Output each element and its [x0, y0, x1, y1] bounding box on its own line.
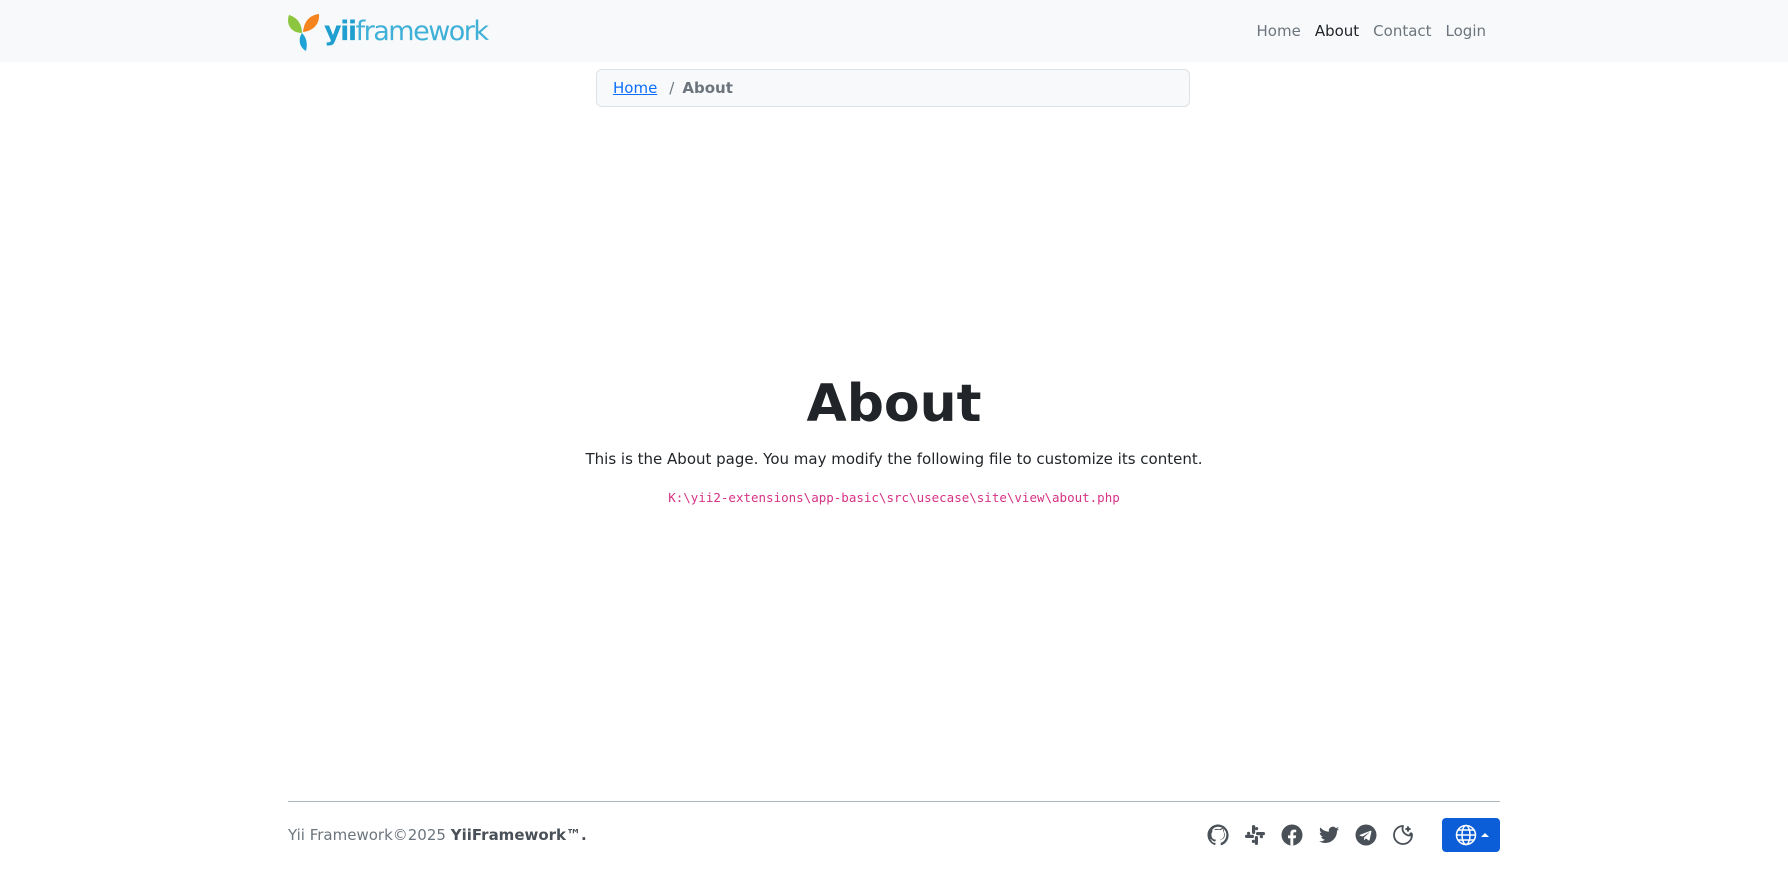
- nav-login[interactable]: Login: [1439, 22, 1493, 40]
- caret-up-icon: [1480, 833, 1489, 837]
- theme-toggle-icon[interactable]: [1391, 823, 1415, 847]
- navbar: yiiframework Home About Contact Login: [0, 0, 1788, 62]
- globe-icon: [1455, 824, 1476, 846]
- social-links: [1206, 823, 1428, 847]
- brand-name: yiiframework: [324, 15, 489, 47]
- file-path: K:\yii2-extensions\app-basic\src\usecase…: [668, 490, 1120, 505]
- github-icon[interactable]: [1206, 823, 1230, 847]
- page-description: This is the About page. You may modify t…: [585, 450, 1203, 468]
- breadcrumb-home-link[interactable]: Home: [613, 79, 657, 97]
- brand-logo[interactable]: yiiframework: [286, 11, 489, 51]
- footer-divider: [288, 801, 1500, 802]
- breadcrumb-separator: /: [669, 79, 675, 97]
- nav-contact[interactable]: Contact: [1366, 22, 1438, 40]
- twitter-icon[interactable]: [1317, 823, 1341, 847]
- copyright-text: Yii Framework©2025: [288, 826, 446, 844]
- footer-copyright: Yii Framework©2025 YiiFramework™.: [288, 826, 587, 844]
- slack-icon[interactable]: [1243, 823, 1267, 847]
- yii-logo-icon: [288, 14, 320, 51]
- telegram-icon[interactable]: [1354, 823, 1378, 847]
- breadcrumb: Home / About: [596, 69, 1190, 107]
- language-dropdown-button[interactable]: [1442, 818, 1500, 852]
- brand-name-yii: yii: [324, 15, 357, 47]
- page-title: About: [806, 374, 982, 434]
- footer-brand: YiiFramework™.: [450, 826, 587, 844]
- breadcrumb-current: About: [682, 79, 733, 97]
- brand-name-framework: framework: [355, 15, 489, 47]
- facebook-icon[interactable]: [1280, 823, 1304, 847]
- nav-home[interactable]: Home: [1250, 22, 1308, 40]
- main-nav: Home About Contact Login: [1250, 0, 1493, 62]
- nav-about[interactable]: About: [1308, 22, 1366, 40]
